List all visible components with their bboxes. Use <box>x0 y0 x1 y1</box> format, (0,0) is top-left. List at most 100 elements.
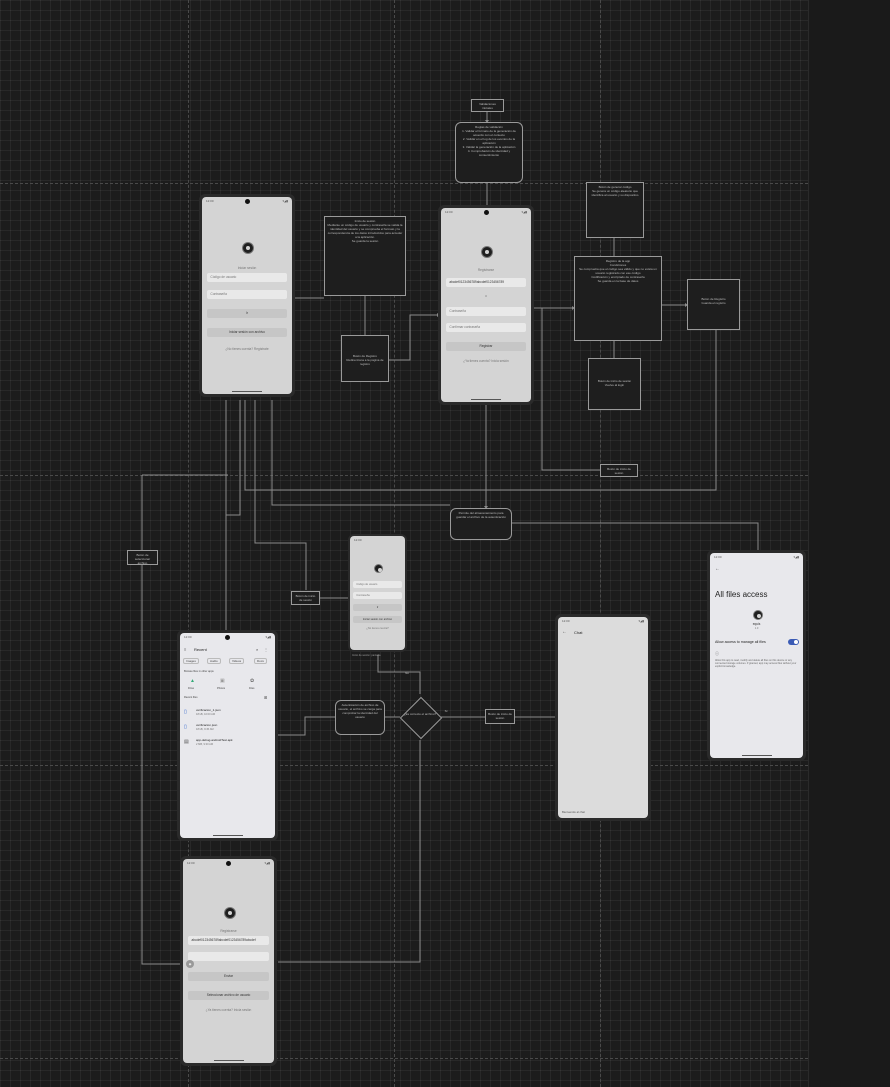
login-screen: 12:00 ▾◢▮ Iniciar sesión Código de usuari… <box>202 197 292 394</box>
file-name[interactable]: verificacion.json <box>196 723 217 727</box>
files-icon[interactable]: ✿ <box>250 678 254 684</box>
apk-icon: ▤ <box>184 739 189 745</box>
node-chat-login[interactable]: Botón de inicio de sesión <box>485 709 515 724</box>
chat-screen: 12:00 ▾◢▮ ← Chat Bienvenido al chat <box>558 617 648 818</box>
grid-view-icon[interactable]: ⊞ <box>264 695 267 700</box>
user-code-input[interactable]: Código de usuario <box>207 273 287 282</box>
status-time: 12:00 <box>187 861 195 865</box>
file-icon: ▯ <box>184 724 187 730</box>
home-bar <box>232 391 262 392</box>
phone-register: 12:00 ▾◢▮ Registrarse abcdef0123456789abc… <box>438 205 534 405</box>
file-login-link[interactable]: ¿Ya tienes cuenta? Inicia sesión <box>183 1008 274 1012</box>
app-name: equis <box>752 622 761 626</box>
file-login-button[interactable]: Iniciar sesión con archivo <box>207 328 287 337</box>
file-meta: 2 MB, 9:30 AM <box>196 743 214 746</box>
generated-code-field[interactable]: abcdef0123456789abcdef0123456789 <box>446 278 526 287</box>
home-bar <box>741 755 772 756</box>
node-validations[interactable]: Validaciones iniciales <box>471 99 504 112</box>
chat-footer: Bienvenido al chat <box>562 810 585 814</box>
register-screen: 12:00 ▾◢▮ Registrarse abcdef0123456789abc… <box>441 208 531 402</box>
chip-images[interactable]: Images <box>183 658 199 664</box>
camera-dot <box>225 635 230 640</box>
chip-audio[interactable]: Audio <box>207 658 221 664</box>
status-time: 12:00 <box>184 635 192 639</box>
select-user-file-button[interactable]: Seleccionar archivo de usuario <box>188 991 269 1000</box>
chip-videos[interactable]: Videos <box>229 658 245 664</box>
status-icons: ▾◢▮ <box>282 199 288 203</box>
status-time: 12:00 <box>562 619 570 623</box>
node-storage-permission[interactable]: Permite del almacenamiento para guardar … <box>450 508 512 540</box>
toggle-label: Allow access to manage all files <box>715 640 766 644</box>
photos-icon[interactable]: ▣ <box>220 678 225 684</box>
file-name[interactable]: app-debug-androidTest.apk <box>196 738 233 742</box>
node-file-auth[interactable]: Autenticación de archivo de usuario, el … <box>335 700 385 735</box>
login-subtitle: Iniciar sesión <box>237 266 257 270</box>
register-password-input[interactable]: Contraseña <box>446 307 526 316</box>
node-login-small[interactable]: Botón de inicio de sesión <box>600 464 638 477</box>
mini-register-link[interactable]: ¿No tienes cuenta? <box>350 627 405 630</box>
visibility-icon[interactable]: ◉ <box>186 960 194 968</box>
register-subtitle: Registrarse <box>477 268 495 272</box>
more-icon[interactable]: ⋮ <box>264 647 268 652</box>
mini-login-button[interactable]: Ir <box>353 604 402 611</box>
register-button[interactable]: Registrar <box>446 342 526 351</box>
login-button[interactable]: Ir <box>207 309 287 318</box>
back-arrow-icon[interactable]: ← <box>562 629 567 635</box>
home-bar <box>471 399 501 400</box>
phone-file-login: 12:00 ▾◢▮ Registrarse abcdef0123456789abc… <box>180 856 277 1066</box>
app-photos-label: Photos <box>217 687 226 690</box>
mini-password-input[interactable]: Contraseña <box>353 592 402 599</box>
status-icons: ▾◢▮ <box>264 861 270 865</box>
phone-login: 12:00 ▾◢▮ Iniciar sesión Código de usuari… <box>199 194 295 397</box>
node-app-registration[interactable]: Registro de la app Condiciones Se compru… <box>574 256 662 341</box>
decision-text: ¿Es correcto el archivo? <box>403 712 437 716</box>
file-meta: 18 kB, 10:00 AM <box>196 713 216 716</box>
file-login-subtitle: Registrarse <box>220 929 237 933</box>
node-save-register[interactable]: Botón de Registro Guarda el registro <box>687 279 740 330</box>
chip-docs[interactable]: Docs <box>254 658 267 664</box>
file-submit-button[interactable]: Enviar <box>188 972 269 981</box>
camera-dot <box>244 199 250 204</box>
allow-access-toggle[interactable] <box>788 639 799 645</box>
settings-title: All files access <box>715 590 768 599</box>
password-input[interactable]: Contraseña <box>207 290 287 299</box>
branch-no-label: No <box>405 671 409 675</box>
back-arrow-icon[interactable]: ← <box>715 566 720 572</box>
file-name[interactable]: verificacion_1.json <box>196 708 221 712</box>
side-panel <box>808 0 890 1087</box>
mini-login-screen: 12:00 Código de usuario Contraseña Ir In… <box>350 536 405 650</box>
branch-yes-label: Sí <box>444 709 448 713</box>
menu-icon[interactable]: ≡ <box>184 647 186 652</box>
drive-icon[interactable]: ▲ <box>190 678 195 684</box>
node-login-description[interactable]: Inicio de sesión Mediante un código de u… <box>324 216 406 296</box>
file-code-field[interactable]: abcdef0123456789abcdef0123456789abcdef <box>188 936 269 945</box>
app-logo-icon <box>223 907 236 919</box>
mini-user-input[interactable]: Código de usuario <box>353 581 402 588</box>
status-icons: ▾◢▮ <box>521 210 527 214</box>
node-register-button[interactable]: Botón de Registro Redirecciona a la pági… <box>341 335 389 382</box>
node-back-to-login[interactable]: Botón de inicio de sesión Vuelve al logi… <box>588 358 641 410</box>
all-files-screen: 12:00 ▾◢▮ ← All files access equis 1.0 Al… <box>710 553 803 758</box>
app-drive-label: Drive <box>188 687 195 690</box>
app-files-label: Files <box>249 687 255 690</box>
or-label: o <box>485 294 487 298</box>
mini-file-button[interactable]: Iniciar sesión con archivo <box>353 616 402 623</box>
file-picker-title: Recent <box>194 647 207 652</box>
confirm-password-input[interactable]: Confirmar contraseña <box>446 323 526 332</box>
login-link[interactable]: ¿Ya tienes cuenta? Inicia sesión <box>441 359 531 363</box>
file-password-input[interactable] <box>188 952 269 961</box>
node-generate-code[interactable]: Botón de generar código Se genera un cód… <box>586 182 644 238</box>
node-select-file[interactable]: Botón de seleccionar archivo <box>127 550 158 565</box>
phone-all-files-access: 12:00 ▾◢▮ ← All files access equis 1.0 Al… <box>707 550 806 761</box>
status-time: 12:00 <box>206 199 214 203</box>
search-icon[interactable]: ⌕ <box>256 647 258 652</box>
file-login-screen: 12:00 ▾◢▮ Registrarse abcdef0123456789abc… <box>183 859 274 1063</box>
node-mini-login[interactable]: Botón de inicio de sesión <box>291 591 320 605</box>
register-link[interactable]: ¿No tienes cuenta? Regístrate <box>202 347 292 351</box>
file-icon: ▯ <box>184 709 187 715</box>
node-validation-rules[interactable]: Reglas de validación 1. Validar el forma… <box>455 122 523 183</box>
app-logo-icon <box>374 564 383 573</box>
file-meta: 18 kB, 9:45 AM <box>196 728 214 731</box>
status-time: 12:00 <box>714 555 722 559</box>
home-bar <box>212 835 243 836</box>
